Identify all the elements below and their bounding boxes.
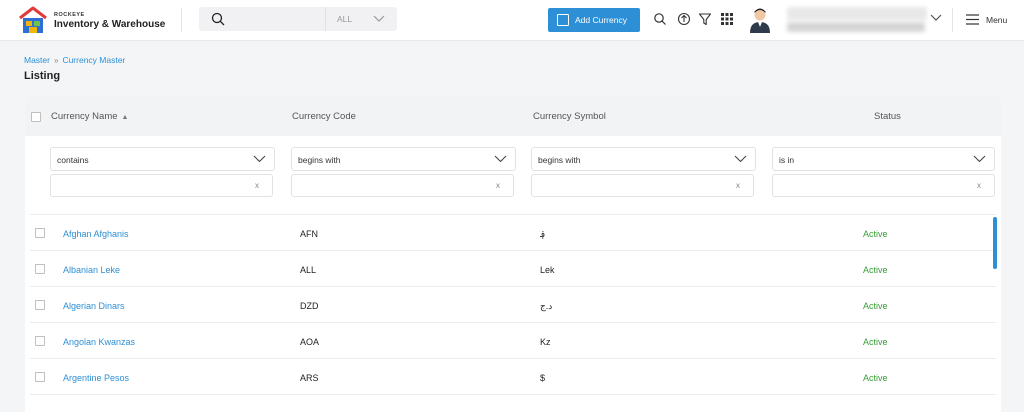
breadcrumb-master[interactable]: Master — [24, 55, 50, 65]
add-currency-button[interactable]: Add Currency — [548, 8, 640, 32]
filter-icon[interactable] — [698, 12, 712, 26]
currency-name-link[interactable]: Angolan Kwanzas — [63, 337, 135, 347]
currency-symbol: د.ج — [540, 301, 553, 311]
search-input[interactable] — [231, 10, 319, 28]
brand-subtitle: ROCKEYE — [54, 12, 85, 18]
header-divider — [952, 8, 953, 32]
table-row[interactable]: Albanian Leke ALL Lek Active — [30, 250, 996, 286]
search-divider — [325, 7, 326, 31]
currency-symbol: ؋ — [540, 229, 546, 239]
filter-value-code[interactable] — [296, 178, 476, 194]
filter-row: contains begins with begins with is in x… — [25, 136, 1001, 206]
currency-name-link[interactable]: Afghan Afghanis — [63, 229, 129, 239]
status-badge: Active — [863, 337, 888, 347]
table-row[interactable]: Algerian Dinars DZD د.ج Active — [30, 286, 996, 322]
filter-value-status[interactable] — [777, 178, 957, 194]
column-header-currency-name[interactable]: Currency Name ▲ — [51, 111, 128, 122]
currency-symbol: Lek — [540, 265, 555, 275]
status-badge: Active — [863, 301, 888, 311]
user-name-redacted[interactable] — [787, 7, 927, 20]
filter-input-status: x — [772, 174, 995, 197]
clear-icon[interactable]: x — [736, 181, 740, 190]
currency-code: AOA — [300, 337, 320, 347]
menu-label[interactable]: Menu — [986, 15, 1007, 25]
header-divider — [181, 8, 182, 32]
currency-name-link[interactable]: Algerian Dinars — [63, 301, 125, 311]
column-header-currency-code[interactable]: Currency Code — [292, 111, 356, 122]
column-header-currency-symbol[interactable]: Currency Symbol — [533, 111, 606, 122]
currency-code: ARS — [300, 373, 319, 383]
chevron-down-icon — [734, 155, 747, 163]
row-checkbox[interactable] — [35, 300, 45, 310]
top-bar: ROCKEYE Inventory & Warehouse ALL Add Cu… — [0, 0, 1024, 41]
clear-icon[interactable]: x — [977, 181, 981, 190]
currency-name-link[interactable]: Albanian Leke — [63, 265, 120, 275]
filter-input-symbol: x — [531, 174, 754, 197]
brand-title: Inventory & Warehouse — [54, 19, 166, 30]
breadcrumb-currency-master[interactable]: Currency Master — [62, 55, 125, 65]
clear-icon[interactable]: x — [255, 181, 259, 190]
status-badge: Active — [863, 265, 888, 275]
row-checkbox[interactable] — [35, 372, 45, 382]
column-header-status[interactable]: Status — [874, 111, 901, 122]
currency-code: DZD — [300, 301, 319, 311]
filter-operator-symbol[interactable]: begins with — [531, 147, 756, 171]
filter-value-symbol[interactable] — [536, 178, 716, 194]
sort-asc-icon[interactable]: ▲ — [122, 114, 129, 121]
currency-symbol: $ — [540, 373, 546, 383]
plus-icon — [557, 14, 569, 26]
search-scope-value[interactable]: ALL — [337, 14, 352, 24]
user-company-redacted — [787, 22, 925, 32]
filter-operator-code[interactable]: begins with — [291, 147, 516, 171]
page-title: Listing — [24, 70, 61, 82]
chevron-down-icon — [973, 155, 986, 163]
table-header: Currency Name ▲ Currency Code Currency Sy… — [25, 96, 1001, 136]
chevron-down-icon[interactable] — [930, 14, 942, 22]
filter-input-code: x — [291, 174, 514, 197]
search-icon[interactable] — [653, 12, 667, 26]
table-row[interactable]: Angolan Kwanzas AOA Kz Active — [30, 322, 996, 358]
clear-icon[interactable]: x — [496, 181, 500, 190]
currency-name-link[interactable]: Argentine Pesos — [63, 373, 129, 383]
breadcrumb-separator-icon: » — [53, 56, 59, 65]
currency-symbol: Kz — [540, 337, 551, 347]
filter-operator-status[interactable]: is in — [772, 147, 995, 171]
row-checkbox[interactable] — [35, 336, 45, 346]
status-badge: Active — [863, 229, 888, 239]
home-logo-icon[interactable] — [18, 5, 48, 35]
grid-icon[interactable] — [720, 12, 734, 26]
add-currency-label: Add Currency — [575, 15, 627, 25]
status-badge: Active — [863, 373, 888, 383]
table-row[interactable]: Afghan Afghanis AFN ؋ Active — [30, 214, 996, 250]
breadcrumb: Master» Currency Master — [24, 55, 125, 65]
row-checkbox[interactable] — [35, 228, 45, 238]
filter-operator-name[interactable]: contains — [50, 147, 275, 171]
table-row-partial[interactable] — [30, 394, 996, 412]
filter-value-name[interactable] — [55, 178, 235, 194]
currency-code: ALL — [300, 265, 317, 275]
table-scrollbar-thumb[interactable] — [993, 217, 997, 269]
filter-input-name: x — [50, 174, 273, 197]
search-icon[interactable] — [211, 12, 225, 26]
global-search: ALL — [199, 7, 397, 31]
currency-code: AFN — [300, 229, 318, 239]
table-row[interactable]: Argentine Pesos ARS $ Active — [30, 358, 996, 394]
select-all-checkbox[interactable] — [31, 112, 41, 122]
chevron-down-icon — [253, 155, 266, 163]
upload-icon[interactable] — [677, 12, 691, 26]
menu-icon[interactable] — [966, 14, 979, 25]
avatar[interactable] — [749, 7, 771, 33]
chevron-down-icon — [494, 155, 507, 163]
row-checkbox[interactable] — [35, 264, 45, 274]
currency-table: Currency Name ▲ Currency Code Currency Sy… — [25, 96, 1001, 412]
chevron-down-icon[interactable] — [373, 15, 385, 23]
